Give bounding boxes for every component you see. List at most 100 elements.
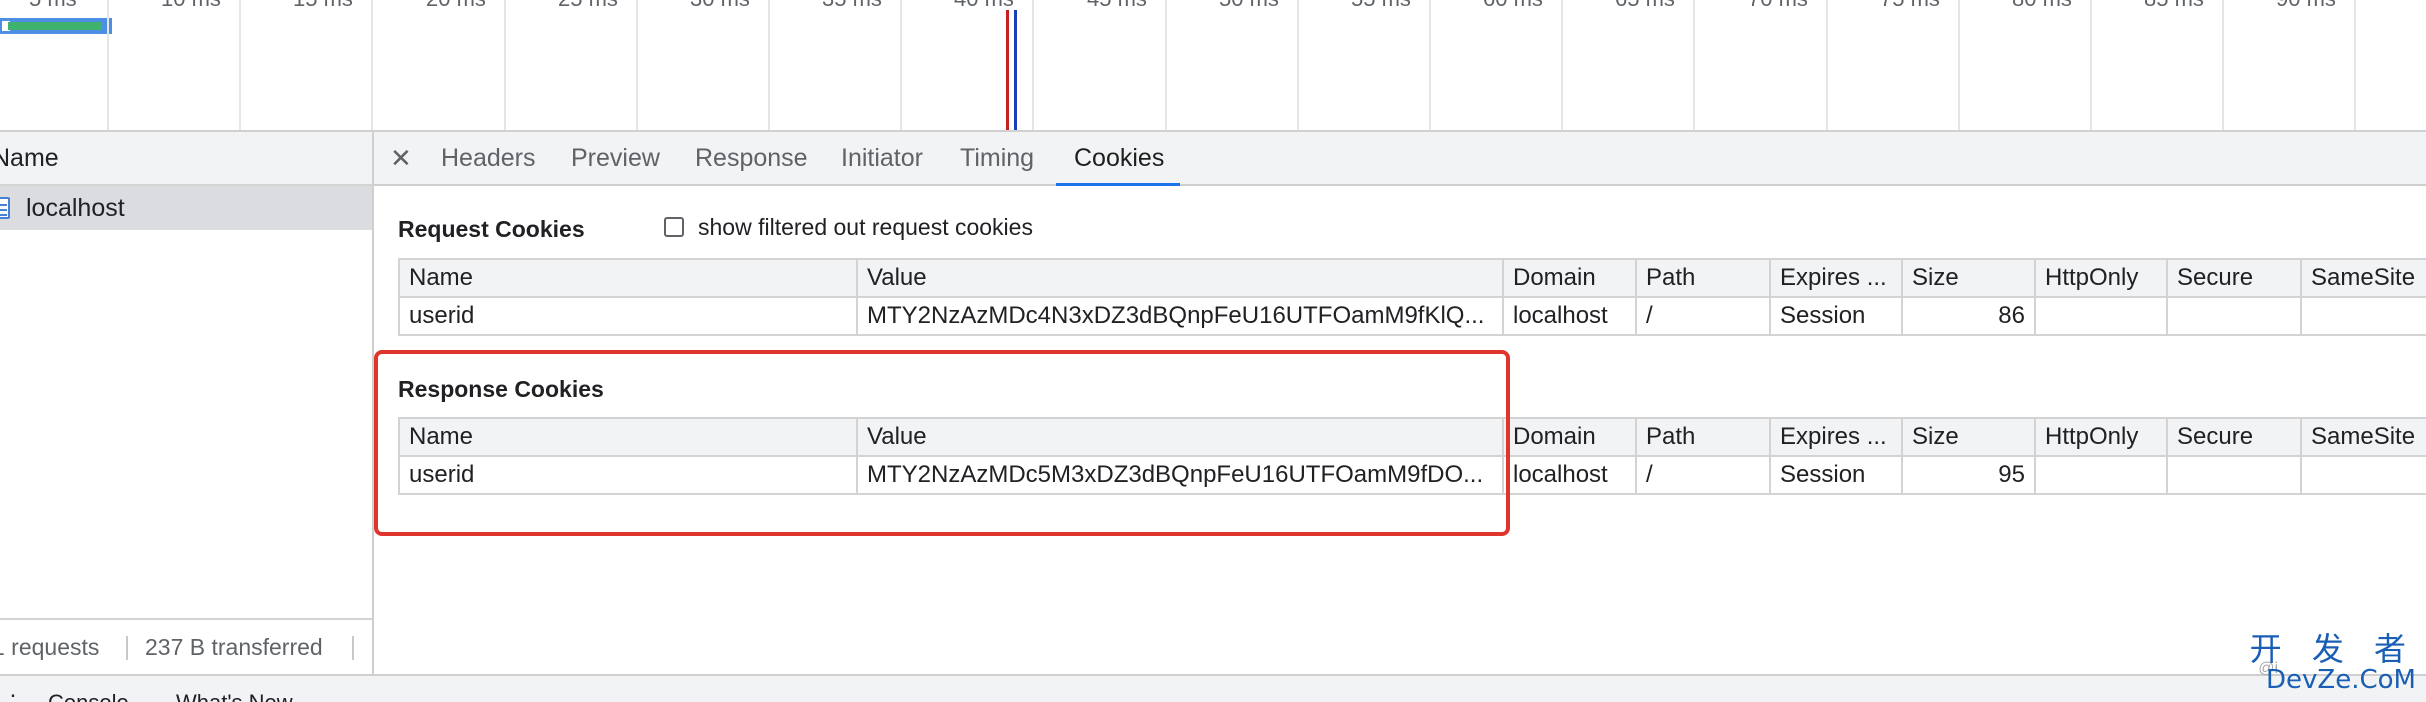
tab-headers[interactable]: Headers <box>441 132 536 184</box>
cookie-path: / <box>1635 455 1771 495</box>
timeline-tick-label: 70 ms <box>1748 0 1808 12</box>
close-icon[interactable]: ✕ <box>390 132 412 184</box>
column-header-path[interactable]: Path <box>1635 417 1771 457</box>
column-header-samesite[interactable]: SameSite <box>2300 258 2426 298</box>
tab-initiator[interactable]: Initiator <box>841 132 923 184</box>
timeline-grid-line <box>504 0 506 130</box>
cookie-domain: localhost <box>1502 296 1637 336</box>
column-header-expires[interactable]: Expires ... <box>1769 258 1903 298</box>
tab-response[interactable]: Response <box>695 132 808 184</box>
cookie-value: MTY2NzAzMDc4N3xDZ3dBQnpFeU16UTFOamM9fKlQ… <box>856 296 1504 336</box>
timeline-tick-label: 25 ms <box>558 0 618 12</box>
cookie-size: 95 <box>1901 455 2036 495</box>
column-header-expires[interactable]: Expires ... <box>1769 417 1903 457</box>
timeline-tick-label: 35 ms <box>822 0 882 12</box>
timeline-grid-line <box>2222 0 2224 130</box>
timeline-tick-label: 40 ms <box>954 0 1014 12</box>
table-row[interactable]: userid MTY2NzAzMDc4N3xDZ3dBQnpFeU16UTFOa… <box>398 296 2426 336</box>
column-header-httponly[interactable]: HttpOnly <box>2034 417 2168 457</box>
timeline-tick-label: 10 ms <box>161 0 221 12</box>
timeline-tick-label: 20 ms <box>426 0 486 12</box>
drawer-menu-icon[interactable]: ⋮ <box>2 690 24 702</box>
drawer-tab-whats-new[interactable]: What's New <box>176 690 293 702</box>
timeline-tick-label: 60 ms <box>1483 0 1543 12</box>
timeline-tick-label: 55 ms <box>1351 0 1411 12</box>
timeline-grid-line <box>239 0 241 130</box>
cookie-httponly <box>2034 296 2168 336</box>
column-header-value[interactable]: Value <box>856 258 1504 298</box>
timeline-grid-line <box>371 0 373 130</box>
column-header-secure[interactable]: Secure <box>2166 258 2302 298</box>
column-header-secure[interactable]: Secure <box>2166 417 2302 457</box>
requests-status-bar: 1 requests 237 B transferred <box>0 618 372 674</box>
column-header-domain[interactable]: Domain <box>1502 417 1637 457</box>
column-header-domain[interactable]: Domain <box>1502 258 1637 298</box>
timeline-grid-line <box>2354 0 2356 130</box>
request-name: localhost <box>26 194 125 222</box>
transferred-size: 237 B transferred <box>145 634 323 660</box>
timeline-grid-line <box>1958 0 1960 130</box>
show-filtered-label: show filtered out request cookies <box>698 214 1033 240</box>
tab-timing[interactable]: Timing <box>960 132 1034 184</box>
cookie-domain: localhost <box>1502 455 1637 495</box>
request-cookies-table: Name Value Domain Path Expires ... Size … <box>398 258 2426 336</box>
cookie-samesite <box>2300 455 2426 495</box>
column-header-httponly[interactable]: HttpOnly <box>2034 258 2168 298</box>
timeline-grid-line <box>107 0 109 130</box>
timeline-grid-line <box>636 0 638 130</box>
cookie-samesite <box>2300 296 2426 336</box>
watermark-logo: 开 发 者 DevZe.CoM <box>2250 632 2416 694</box>
drawer-tab-console[interactable]: Console <box>48 690 129 702</box>
status-divider <box>352 636 354 660</box>
requests-pane: Name localhost 1 requests 237 B transfer… <box>0 132 374 674</box>
name-column-header[interactable]: Name <box>0 132 372 186</box>
timeline-grid-line <box>1165 0 1167 130</box>
watermark-cn: 开 发 者 <box>2249 630 2416 668</box>
timeline-grid-line <box>1429 0 1431 130</box>
cookie-size: 86 <box>1901 296 2036 336</box>
column-header-size[interactable]: Size <box>1901 258 2036 298</box>
cookie-name: userid <box>398 296 858 336</box>
timeline-tick-label: 80 ms <box>2012 0 2072 12</box>
name-column-label: Name <box>0 144 59 172</box>
load-marker <box>1014 10 1017 130</box>
timeline-grid-line <box>1032 0 1034 130</box>
timeline-grid-line <box>1693 0 1695 130</box>
column-header-samesite[interactable]: SameSite <box>2300 417 2426 457</box>
timeline-tick-label: 30 ms <box>690 0 750 12</box>
timeline-grid-line <box>1297 0 1299 130</box>
response-cookies-highlight-box <box>374 350 1510 536</box>
column-header-name[interactable]: Name <box>398 258 858 298</box>
request-cookies-title: Request Cookies <box>398 216 585 242</box>
waterfall-bar-fill <box>8 22 102 30</box>
status-divider <box>126 636 128 660</box>
watermark-en: DevZe.CoM <box>2266 665 2416 695</box>
timeline-tick-label: 90 ms <box>2276 0 2336 12</box>
timeline-tick-label: 75 ms <box>1880 0 1940 12</box>
timeline-grid-line <box>1826 0 1828 130</box>
cookie-expires: Session <box>1769 455 1903 495</box>
cookie-secure <box>2166 296 2302 336</box>
timeline-grid-line <box>2090 0 2092 130</box>
timeline-grid-line <box>768 0 770 130</box>
document-icon <box>0 197 10 219</box>
timeline-overview[interactable]: 5 ms 10 ms 15 ms 20 ms 25 ms 30 ms 35 ms 40 ms 4… <box>0 0 2426 132</box>
request-row[interactable]: localhost <box>0 186 372 230</box>
dom-content-loaded-marker <box>1006 10 1009 130</box>
column-header-path[interactable]: Path <box>1635 258 1771 298</box>
show-filtered-checkbox[interactable] <box>664 217 684 237</box>
cookie-path: / <box>1635 296 1771 336</box>
timeline-grid-line <box>900 0 902 130</box>
column-header-size[interactable]: Size <box>1901 417 2036 457</box>
details-tabbar: ✕ Headers Preview Response Initiator Tim… <box>374 132 2426 186</box>
timeline-tick-label: 65 ms <box>1615 0 1675 12</box>
tab-cookies[interactable]: Cookies <box>1056 132 1181 186</box>
timeline-tick-label: 15 ms <box>293 0 353 12</box>
timeline-tick-label: 85 ms <box>2144 0 2204 12</box>
waterfall-bar <box>0 18 112 34</box>
timeline-tick-label: 45 ms <box>1087 0 1147 12</box>
cookie-expires: Session <box>1769 296 1903 336</box>
timeline-tick-label: 5 ms <box>29 0 77 12</box>
tab-preview[interactable]: Preview <box>571 132 660 184</box>
cookie-httponly <box>2034 455 2168 495</box>
